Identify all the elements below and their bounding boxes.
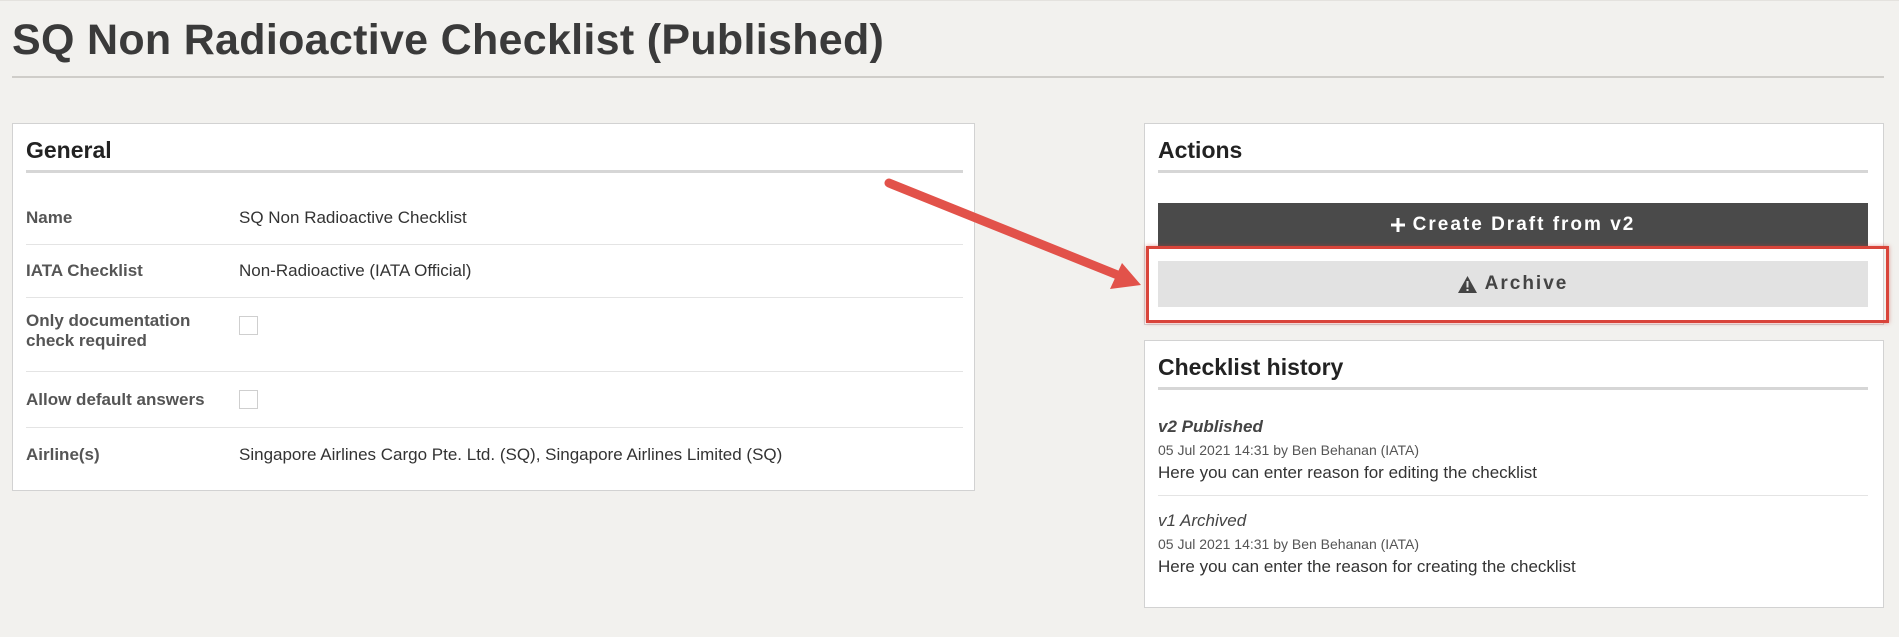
page-title: SQ Non Radioactive Checklist (Published) bbox=[12, 16, 885, 64]
history-item: v2 Published 05 Jul 2021 14:31 by Ben Be… bbox=[1158, 417, 1868, 483]
history-version: v1 Archived bbox=[1158, 511, 1247, 530]
history-panel-divider bbox=[1158, 387, 1868, 390]
allow-default-answers-checkbox[interactable] bbox=[239, 390, 258, 409]
airlines-value: Singapore Airlines Cargo Pte. Ltd. (SQ),… bbox=[239, 445, 783, 464]
create-draft-label: Create Draft from v2 bbox=[1412, 214, 1636, 235]
general-panel-title: General bbox=[26, 137, 112, 163]
only-documentation-label-line1: Only documentation bbox=[26, 311, 191, 330]
general-row-iata-checklist: IATA Checklist Non-Radioactive (IATA Off… bbox=[26, 244, 963, 298]
name-label: Name bbox=[26, 208, 73, 227]
only-documentation-label: Only documentation check required bbox=[26, 311, 190, 351]
general-row-airlines: Airline(s) Singapore Airlines Cargo Pte.… bbox=[26, 427, 963, 481]
actions-panel-divider bbox=[1158, 170, 1868, 173]
title-divider bbox=[12, 76, 1884, 78]
history-note: Here you can enter reason for editing th… bbox=[1158, 463, 1537, 482]
airlines-label: Airline(s) bbox=[26, 445, 100, 464]
actions-panel-title: Actions bbox=[1158, 137, 1243, 163]
history-version: v2 Published bbox=[1158, 417, 1263, 436]
allow-default-answers-label: Allow default answers bbox=[26, 390, 205, 409]
history-meta: 05 Jul 2021 14:31 by Ben Behanan (IATA) bbox=[1158, 536, 1419, 552]
history-divider bbox=[1158, 495, 1868, 496]
general-row-only-documentation: Only documentation check required bbox=[26, 297, 963, 372]
only-documentation-checkbox[interactable] bbox=[239, 316, 258, 335]
checklist-history-panel: Checklist history v2 Published 05 Jul 20… bbox=[1144, 340, 1884, 608]
iata-checklist-value: Non-Radioactive (IATA Official) bbox=[239, 261, 472, 280]
history-item: v1 Archived 05 Jul 2021 14:31 by Ben Beh… bbox=[1158, 511, 1868, 577]
only-documentation-label-line2: check required bbox=[26, 331, 147, 350]
general-panel: General Name SQ Non Radioactive Checklis… bbox=[12, 123, 975, 491]
plus-icon bbox=[1390, 218, 1405, 232]
history-meta: 05 Jul 2021 14:31 by Ben Behanan (IATA) bbox=[1158, 442, 1419, 458]
create-draft-button[interactable]: Create Draft from v2 bbox=[1158, 203, 1868, 247]
iata-checklist-label: IATA Checklist bbox=[26, 261, 143, 280]
top-divider bbox=[0, 0, 1899, 1]
history-note: Here you can enter the reason for creati… bbox=[1158, 557, 1576, 576]
general-row-allow-default-answers: Allow default answers bbox=[26, 371, 963, 428]
general-panel-divider bbox=[26, 170, 963, 173]
annotation-highlight-box bbox=[1146, 246, 1889, 323]
general-row-name: Name SQ Non Radioactive Checklist bbox=[26, 191, 963, 245]
history-panel-title: Checklist history bbox=[1158, 354, 1344, 380]
name-value: SQ Non Radioactive Checklist bbox=[239, 208, 467, 227]
